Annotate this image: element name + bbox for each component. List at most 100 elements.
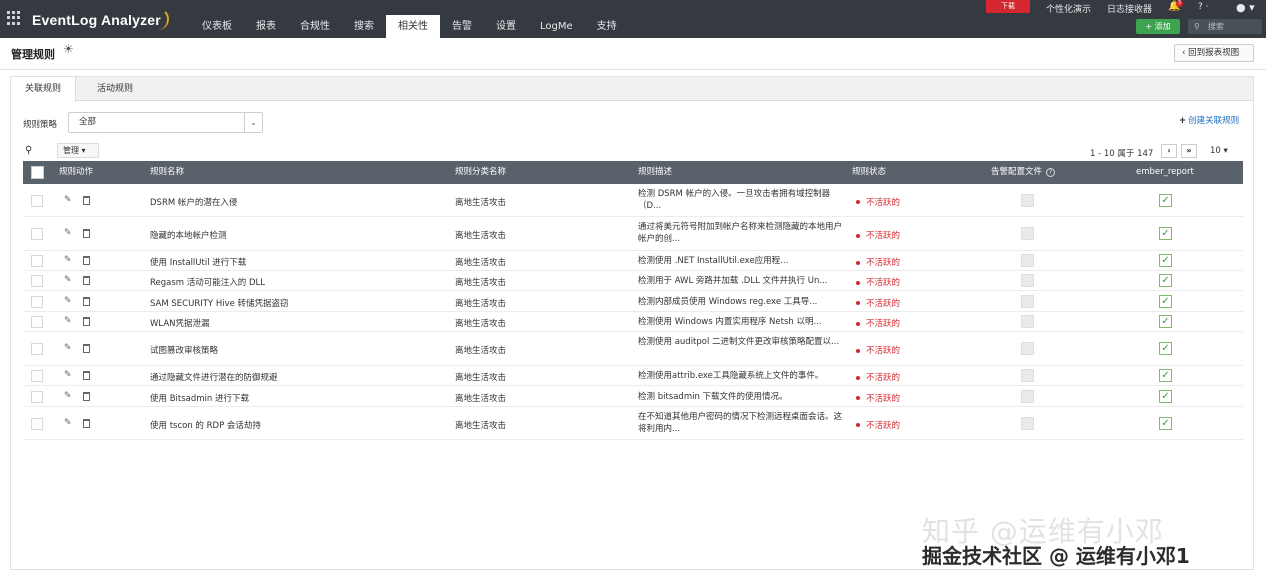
- delete-icon[interactable]: [83, 296, 90, 306]
- help-icon[interactable]: ?: [1046, 168, 1056, 177]
- edit-icon[interactable]: ✎: [64, 255, 72, 265]
- alert-profile-checkbox[interactable]: [1021, 193, 1034, 207]
- rule-policy-select[interactable]: 全部 ⌄: [68, 112, 263, 133]
- row-checkbox[interactable]: [31, 370, 43, 382]
- nav-compliance[interactable]: 合规性: [288, 15, 342, 38]
- alert-profile-checkbox[interactable]: [1021, 416, 1034, 430]
- manage-dropdown[interactable]: 管理 ▾: [57, 143, 99, 158]
- nav-correlation[interactable]: 相关性: [386, 15, 440, 38]
- app-grid-icon[interactable]: [7, 11, 21, 25]
- personalize-demo-link[interactable]: 个性化演示: [1046, 2, 1091, 15]
- edit-icon[interactable]: ✎: [64, 391, 72, 401]
- edit-icon[interactable]: ✎: [64, 228, 72, 238]
- alert-profile-checkbox[interactable]: [1021, 389, 1034, 403]
- row-checkbox[interactable]: [31, 275, 43, 287]
- delete-icon[interactable]: [83, 229, 90, 238]
- last-page-button[interactable]: »: [1181, 144, 1197, 158]
- select-all-checkbox[interactable]: [31, 166, 44, 179]
- rule-name[interactable]: Regasm 活动可能注入的 DLL: [150, 276, 265, 288]
- delete-icon[interactable]: [83, 276, 90, 285]
- global-search-input[interactable]: ⚲ 搜索: [1188, 19, 1262, 34]
- alert-profile-checkbox[interactable]: [1021, 274, 1034, 287]
- row-checkbox[interactable]: [31, 194, 43, 207]
- table-row[interactable]: ✎ DSRM 帐户的潜在入侵 离地生活攻击 检测 DSRM 帐户的入侵。一旦攻击者拥有…: [23, 184, 1243, 217]
- row-checkbox[interactable]: [31, 255, 43, 267]
- delete-icon[interactable]: [83, 371, 90, 380]
- alert-profile-checkbox[interactable]: [1021, 294, 1034, 308]
- rule-name[interactable]: 隐藏的本地帐户检测: [150, 229, 227, 241]
- alert-profile-checkbox[interactable]: [1021, 254, 1034, 267]
- col-rule-status[interactable]: 规则状态: [852, 161, 886, 184]
- col-rule-category[interactable]: 规则分类名称: [455, 161, 506, 184]
- nav-alerts[interactable]: 告警: [440, 15, 484, 38]
- col-alert-profile[interactable]: 告警配置文件?: [991, 161, 1056, 184]
- ember-report-checkbox[interactable]: ✓: [1159, 254, 1172, 267]
- next-page-button[interactable]: ›: [1161, 144, 1177, 158]
- ember-report-checkbox[interactable]: ✓: [1159, 342, 1172, 355]
- nav-settings[interactable]: 设置: [484, 15, 528, 38]
- table-row[interactable]: ✎ 试图篡改审核策略 离地生活攻击 检测使用 auditpol 二进制文件更改审核策略…: [23, 332, 1243, 366]
- table-row[interactable]: ✎ 使用 InstallUtil 进行下载 离地生活攻击 检测使用 .NET Inst…: [23, 251, 1243, 271]
- row-checkbox[interactable]: [31, 343, 43, 355]
- edit-icon[interactable]: ✎: [64, 296, 72, 306]
- alert-profile-checkbox[interactable]: [1021, 227, 1034, 240]
- rule-name[interactable]: SAM SECURITY Hive 转储凭据盗窃: [150, 297, 289, 309]
- row-checkbox[interactable]: [31, 390, 43, 403]
- nav-search[interactable]: 搜索: [342, 15, 386, 38]
- row-checkbox[interactable]: [31, 295, 43, 308]
- edit-icon[interactable]: ✎: [64, 195, 72, 205]
- table-search-icon[interactable]: ⚲: [25, 145, 39, 159]
- ember-report-checkbox[interactable]: ✓: [1159, 294, 1172, 308]
- col-rule-description[interactable]: 规则描述: [638, 161, 672, 184]
- alert-profile-checkbox[interactable]: [1021, 315, 1034, 328]
- ember-report-checkbox[interactable]: ✓: [1159, 227, 1172, 240]
- col-ember-report[interactable]: ember_report: [1136, 161, 1194, 184]
- create-correlation-rule-link[interactable]: + 创建关联规则: [1179, 114, 1239, 126]
- table-row[interactable]: ✎ SAM SECURITY Hive 转储凭据盗窃 离地生活攻击 检测内部成员使用 …: [23, 291, 1243, 312]
- table-row[interactable]: ✎ WLAN凭据泄漏 离地生活攻击 检测使用 Windows 内置实用程序 Netsh…: [23, 312, 1243, 332]
- add-button[interactable]: + 添加: [1136, 19, 1180, 34]
- ember-report-checkbox[interactable]: ✓: [1159, 416, 1172, 430]
- tips-icon[interactable]: ☀: [63, 42, 74, 56]
- ember-report-checkbox[interactable]: ✓: [1159, 389, 1172, 403]
- col-rule-name[interactable]: 规则名称: [150, 161, 184, 184]
- ember-report-checkbox[interactable]: ✓: [1159, 193, 1172, 207]
- row-checkbox[interactable]: [31, 417, 43, 430]
- delete-icon[interactable]: [83, 344, 90, 353]
- table-row[interactable]: ✎ 隐藏的本地帐户检测 离地生活攻击 通过将美元符号附加到帐户名称来检测隐藏的本地用户…: [23, 217, 1243, 251]
- tab-activity-rules[interactable]: 活动规则: [83, 77, 147, 101]
- nav-dashboard[interactable]: 仪表板: [190, 15, 244, 38]
- log-receiver-link[interactable]: 日志接收器: [1107, 2, 1152, 15]
- ember-report-checkbox[interactable]: ✓: [1159, 369, 1172, 382]
- alert-profile-checkbox[interactable]: [1021, 342, 1034, 355]
- row-checkbox[interactable]: [31, 228, 43, 240]
- rule-name[interactable]: 使用 tscon 的 RDP 会话劫持: [150, 419, 261, 431]
- rule-name[interactable]: 通过隐藏文件进行潜在的防御规避: [150, 371, 278, 383]
- download-button[interactable]: 下载: [986, 0, 1030, 13]
- delete-icon[interactable]: [83, 418, 90, 428]
- alert-profile-checkbox[interactable]: [1021, 369, 1034, 382]
- table-row[interactable]: ✎ 通过隐藏文件进行潜在的防御规避 离地生活攻击 检测使用attrib.exe工具隐藏…: [23, 366, 1243, 386]
- edit-icon[interactable]: ✎: [64, 316, 72, 326]
- edit-icon[interactable]: ✎: [64, 343, 72, 353]
- ember-report-checkbox[interactable]: ✓: [1159, 274, 1172, 287]
- edit-icon[interactable]: ✎: [64, 418, 72, 428]
- rule-name[interactable]: 使用 Bitsadmin 进行下载: [150, 392, 249, 404]
- back-to-report-view-button[interactable]: ‹ 回到报表视图: [1174, 44, 1254, 62]
- user-avatar-icon[interactable]: ● ▾: [1236, 1, 1255, 14]
- delete-icon[interactable]: [83, 391, 90, 401]
- brand-logo[interactable]: EventLog Analyzer: [32, 12, 161, 28]
- rule-name[interactable]: 试图篡改审核策略: [150, 344, 218, 356]
- table-row[interactable]: ✎ 使用 tscon 的 RDP 会话劫持 离地生活攻击 在不知道其他用户密码的情况下…: [23, 407, 1243, 440]
- edit-icon[interactable]: ✎: [64, 275, 72, 285]
- col-rule-actions[interactable]: 规则动作: [59, 161, 93, 184]
- nav-support[interactable]: 支持: [585, 15, 629, 38]
- delete-icon[interactable]: [83, 317, 90, 326]
- ember-report-checkbox[interactable]: ✓: [1159, 315, 1172, 328]
- rule-name[interactable]: DSRM 帐户的潜在入侵: [150, 196, 237, 208]
- help-icon[interactable]: ? ·: [1198, 2, 1209, 12]
- nav-logme[interactable]: LogMe: [528, 15, 585, 38]
- rule-name[interactable]: 使用 InstallUtil 进行下载: [150, 256, 246, 268]
- per-page-select[interactable]: 10 ▾: [1210, 144, 1236, 158]
- row-checkbox[interactable]: [31, 316, 43, 328]
